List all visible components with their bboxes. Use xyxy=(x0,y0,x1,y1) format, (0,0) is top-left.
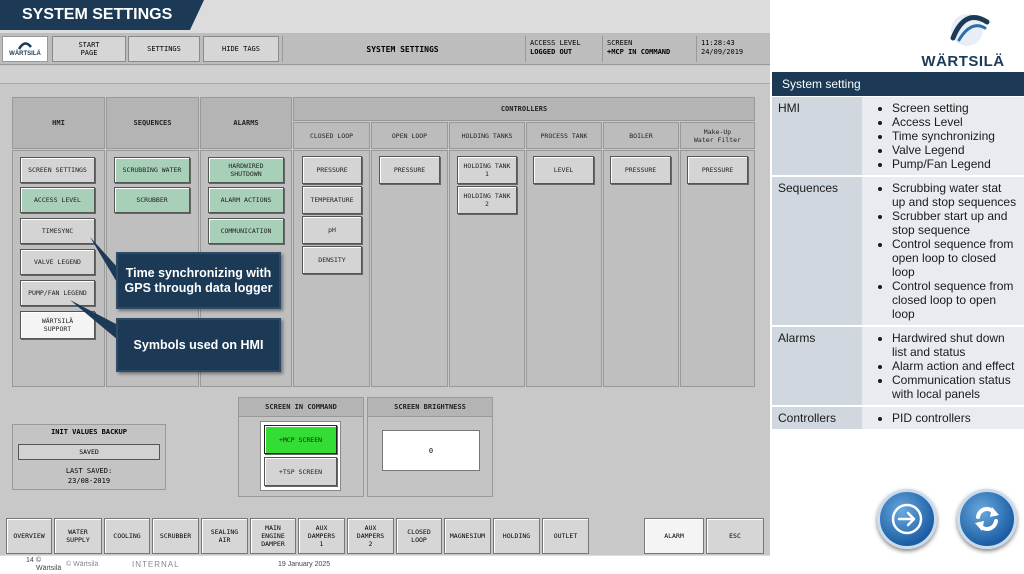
info-item: Valve Legend xyxy=(892,143,1018,157)
wartsila-logo: WÄRTSILÄ xyxy=(915,10,1011,70)
subheader-open-loop: OPEN LOOP xyxy=(371,122,448,149)
subheader-process-tank: PROCESS TANK xyxy=(526,122,602,149)
tsp-screen-button[interactable]: +TSP SCREEN xyxy=(264,457,337,486)
info-item: Control sequence from closed loop to ope… xyxy=(892,279,1018,321)
info-items: Hardwired shut down list and status Alar… xyxy=(862,326,1024,407)
info-item: Scrubbing water stat up and stop sequenc… xyxy=(892,181,1018,209)
nav-scrubber[interactable]: SCRUBBER xyxy=(152,518,199,554)
clock: 11:28:43 24/09/2019 xyxy=(696,36,768,62)
nav-aux-dampers-1[interactable]: AUX DAMPERS 1 xyxy=(298,518,345,554)
process-tank-level-button[interactable]: LEVEL xyxy=(533,156,594,184)
nav-outlet[interactable]: OUTLET xyxy=(542,518,589,554)
screen-brightness-title: SCREEN BRIGHTNESS xyxy=(367,397,493,417)
info-items: Screen setting Access Level Time synchro… xyxy=(862,97,1024,177)
saved-button[interactable]: SAVED xyxy=(18,444,160,460)
info-row-sequences: Sequences Scrubbing water stat up and st… xyxy=(772,176,1024,327)
info-category: Alarms xyxy=(772,326,862,407)
closed-loop-pressure-button[interactable]: PRESSURE xyxy=(302,156,362,184)
info-table: HMI Screen setting Access Level Time syn… xyxy=(772,97,1024,431)
screen-title: SYSTEM SETTINGS xyxy=(282,36,522,62)
info-item: Access Level xyxy=(892,115,1018,129)
subheader-closed-loop: CLOSED LOOP xyxy=(293,122,370,149)
nav-cooling[interactable]: COOLING xyxy=(104,518,150,554)
refresh-icon xyxy=(975,507,999,531)
footer-date: 19 January 2025 xyxy=(278,561,331,568)
info-item: Communication status with local panels xyxy=(892,373,1018,401)
info-title: System setting xyxy=(772,72,1024,96)
info-row-controllers: Controllers PID controllers xyxy=(772,406,1024,431)
column-boiler xyxy=(603,150,679,387)
open-loop-pressure-button[interactable]: PRESSURE xyxy=(379,156,440,184)
info-items: PID controllers xyxy=(862,406,1024,431)
footer-copyright: © Wärtsilä xyxy=(66,561,99,568)
last-saved-label: LAST SAVED: xyxy=(65,467,113,475)
boiler-pressure-button[interactable]: PRESSURE xyxy=(610,156,671,184)
column-open-loop xyxy=(371,150,448,387)
nav-esc[interactable]: ESC xyxy=(706,518,764,554)
info-item: Time synchronizing xyxy=(892,129,1018,143)
nav-closed-loop[interactable]: CLOSED LOOP xyxy=(396,518,442,554)
symbols-callout: Symbols used on HMI xyxy=(116,318,281,372)
info-row-hmi: HMI Screen setting Access Level Time syn… xyxy=(772,97,1024,177)
closed-loop-density-button[interactable]: DENSITY xyxy=(302,246,362,274)
mcp-screen-button[interactable]: +MCP SCREEN xyxy=(264,425,337,454)
access-level-status: ACCESS LEVEL LOGGED OUT xyxy=(525,36,599,62)
info-category: Controllers xyxy=(772,406,862,431)
info-items: Scrubbing water stat up and stop sequenc… xyxy=(862,176,1024,327)
access-level-label: ACCESS LEVEL xyxy=(530,39,581,47)
subheader-holding-tanks: HOLDING TANKS xyxy=(449,122,525,149)
screen-in-command-title: SCREEN IN COMMAND xyxy=(238,397,364,417)
arrow-right-circle-icon xyxy=(891,503,923,535)
holding-tank-1-button[interactable]: HOLDING TANK 1 xyxy=(457,156,517,184)
info-item: Control sequence from open loop to close… xyxy=(892,237,1018,279)
holding-tank-2-button[interactable]: HOLDING TANK 2 xyxy=(457,186,517,214)
slide-footer xyxy=(0,556,770,574)
access-level-value: LOGGED OUT xyxy=(530,48,573,56)
screen-status: SCREEN +MCP IN COMMAND xyxy=(602,36,694,62)
closed-loop-ph-button[interactable]: pH xyxy=(302,216,362,244)
subheader-boiler: BOILER xyxy=(603,122,679,149)
info-item: Alarm action and effect xyxy=(892,359,1018,373)
closed-loop-temperature-button[interactable]: TEMPERATURE xyxy=(302,186,362,214)
info-item: PID controllers xyxy=(892,411,1018,425)
next-button[interactable] xyxy=(877,489,937,549)
info-category: Sequences xyxy=(772,176,862,327)
info-item: Pump/Fan Legend xyxy=(892,157,1018,171)
nav-sealing-air[interactable]: SEALING AIR xyxy=(201,518,248,554)
nav-alarm[interactable]: ALARM xyxy=(644,518,704,554)
column-makeup xyxy=(680,150,755,387)
brightness-input[interactable]: 0 xyxy=(382,430,480,471)
clock-date: 24/09/2019 xyxy=(701,48,744,56)
subheader-makeup-water-filter: Make-Up Water Filter xyxy=(680,122,755,149)
footer-classification: INTERNAL xyxy=(132,560,180,569)
nav-main-engine-damper[interactable]: MAIN ENGINE DAMPER xyxy=(250,518,296,554)
column-process-tank xyxy=(526,150,602,387)
nav-water-supply[interactable]: WATER SUPPLY xyxy=(54,518,102,554)
info-table-container: HMI Screen setting Access Level Time syn… xyxy=(772,97,1024,431)
wartsila-logo-text: WÄRTSILÄ xyxy=(921,53,1005,70)
footer-wartsila-small: © Wärtsilä xyxy=(36,557,62,572)
nav-magnesium[interactable]: MAGNESIUM xyxy=(444,518,491,554)
info-row-alarms: Alarms Hardwired shut down list and stat… xyxy=(772,326,1024,407)
wartsila-logo-mark-icon xyxy=(950,14,990,46)
refresh-button[interactable] xyxy=(957,489,1017,549)
info-category: HMI xyxy=(772,97,862,177)
timesync-callout: Time synchronizing with GPS through data… xyxy=(116,252,281,309)
makeup-pressure-button[interactable]: PRESSURE xyxy=(687,156,748,184)
screen-value: +MCP IN COMMAND xyxy=(607,48,671,56)
nav-holding[interactable]: HOLDING xyxy=(493,518,540,554)
info-item: Scrubber start up and stop sequence xyxy=(892,209,1018,237)
screen-label: SCREEN xyxy=(607,39,633,47)
init-values-backup-title: INIT VALUES BACKUP xyxy=(51,428,127,436)
last-saved-date: 23/08-2019 xyxy=(67,477,111,485)
header-controllers: CONTROLLERS xyxy=(293,97,755,121)
nav-overview[interactable]: OVERVIEW xyxy=(6,518,52,554)
clock-time: 11:28:43 xyxy=(701,39,735,47)
info-item: Screen setting xyxy=(892,101,1018,115)
nav-aux-dampers-2[interactable]: AUX DAMPERS 2 xyxy=(347,518,394,554)
info-item: Hardwired shut down list and status xyxy=(892,331,1018,359)
